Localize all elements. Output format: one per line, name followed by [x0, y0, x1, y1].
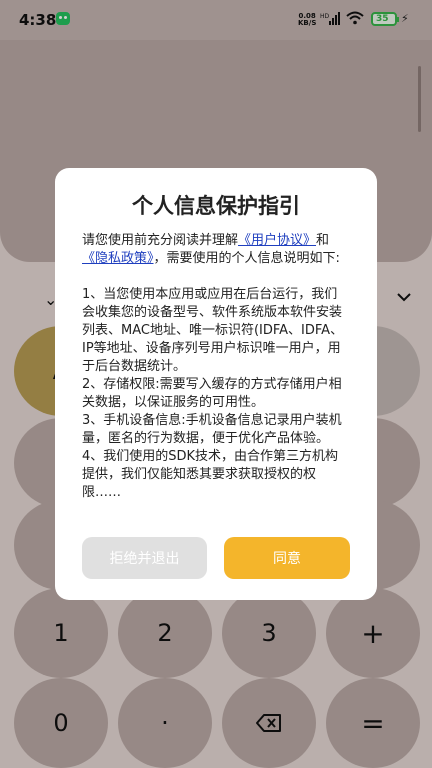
dialog-title: 个人信息保护指引 — [132, 194, 300, 218]
agree-button[interactable]: 同意 — [224, 537, 350, 579]
dialog-intro: 请您使用前充分阅读并理解《用户协议》和《隐私政策》，需要使用的个人信息说明如下: — [82, 233, 340, 266]
reject-exit-button[interactable]: 拒绝并退出 — [82, 537, 207, 579]
privacy-dialog: 个人信息保护指引 请您使用前充分阅读并理解《用户协议》和《隐私政策》，需要使用的… — [55, 168, 377, 600]
policy-item-4: 4、我们使用的SDK技术，由合作第三方机构提供，我们仅能知悉其要求获取授权的权限… — [82, 449, 339, 500]
user-agreement-link[interactable]: 《用户协议》 — [238, 233, 316, 248]
policy-item-3: 3、手机设备信息:手机设备信息记录用户装机量，匿名的行为数据，便于优化产品体验。 — [82, 413, 342, 446]
privacy-policy-link[interactable]: 《隐私政策》 — [82, 251, 154, 266]
dialog-body[interactable]: 请您使用前充分阅读并理解《用户协议》和《隐私政策》，需要使用的个人信息说明如下:… — [82, 232, 350, 522]
policy-item-1: 1、当您使用本应用或应用在后台运行，我们会收集您的设备型号、软件系统版本软件安装… — [82, 287, 344, 374]
policy-item-2: 2、存储权限:需要写入缓存的方式存储用户相关数据，以保证服务的可用性。 — [82, 377, 342, 410]
